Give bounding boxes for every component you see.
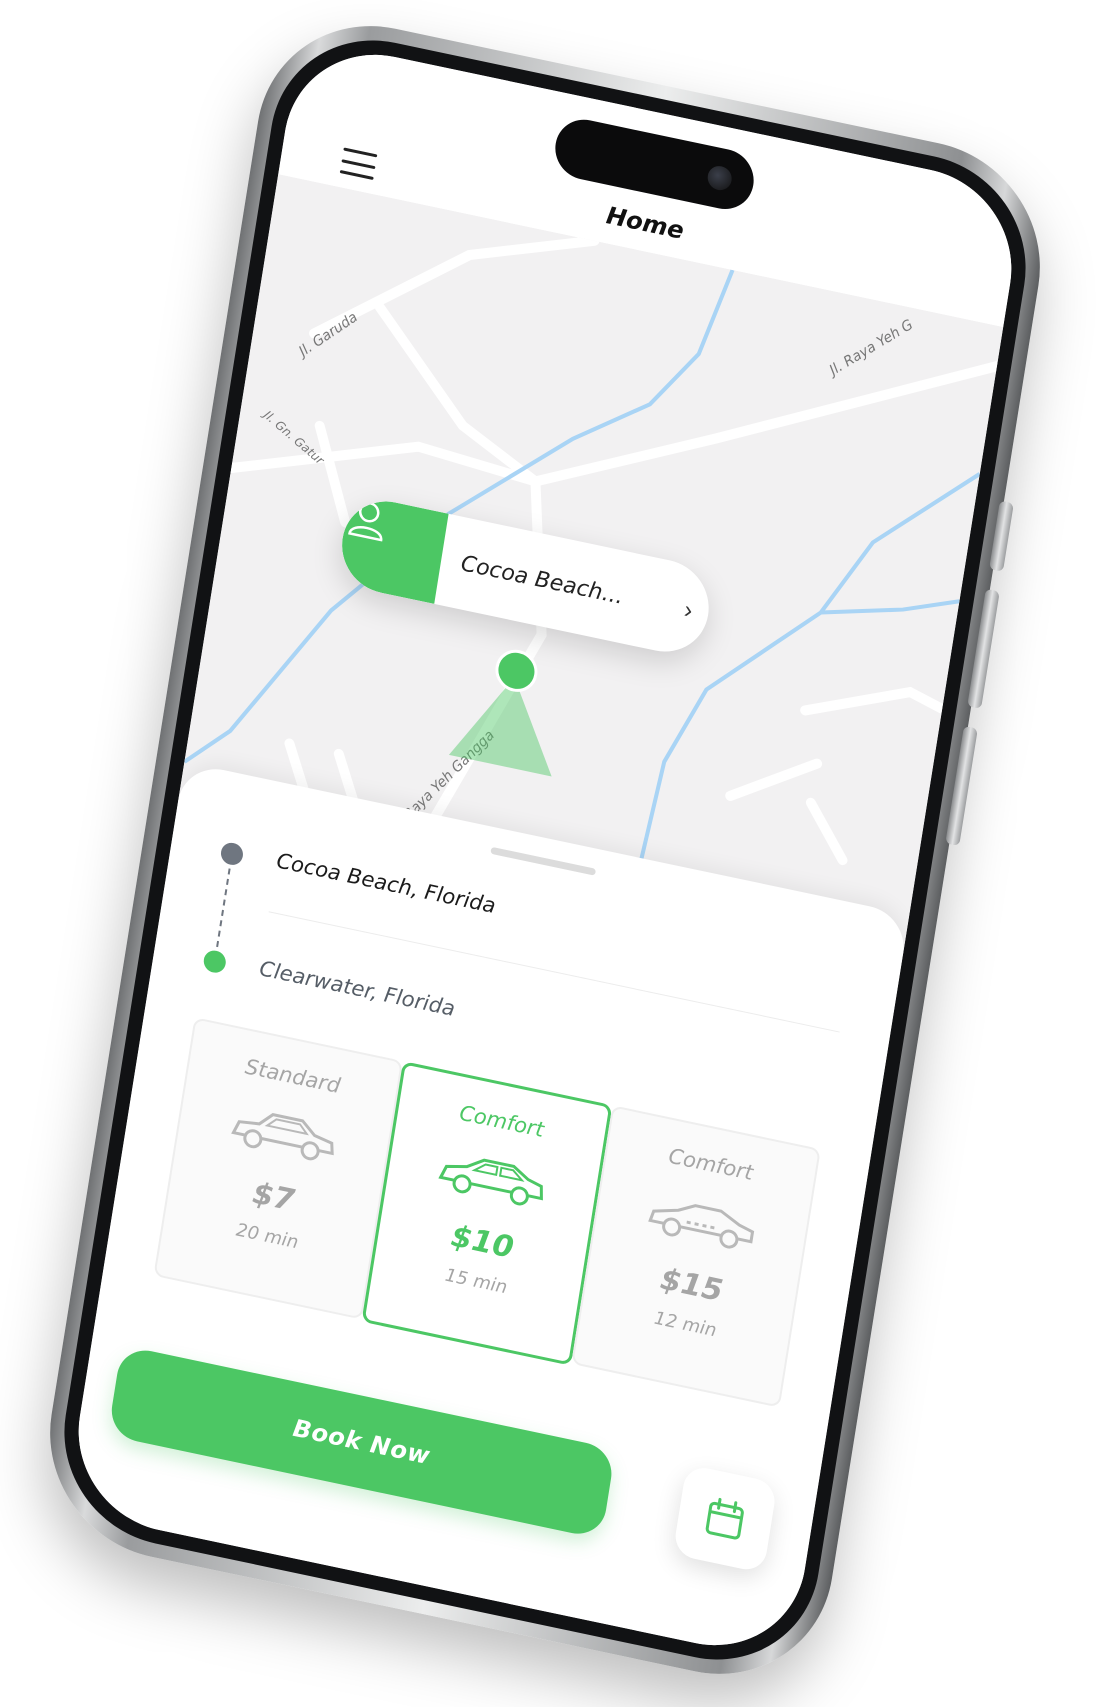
sport-car-icon	[647, 1204, 754, 1249]
sheet-drag-handle[interactable]	[490, 846, 597, 876]
map-road	[725, 758, 823, 801]
ride-option-eta: 15 min	[443, 1264, 509, 1299]
device-mockup: Home Jl. Garuda Jl. Gn. Gatur Jl. Raya Y…	[0, 0, 1119, 1707]
screen: Home Jl. Garuda Jl. Gn. Gatur Jl. Raya Y…	[64, 37, 1026, 1663]
pickup-location-text: Cocoa Beach...	[459, 550, 626, 610]
ride-option-comfort[interactable]: Comfort $10 15 min	[361, 1060, 613, 1366]
book-now-button[interactable]: Book Now	[107, 1345, 616, 1540]
ride-option-price: $7	[250, 1175, 297, 1219]
sedan-car-icon	[231, 1113, 335, 1161]
ride-option-price: $10	[448, 1218, 517, 1266]
ride-option-name: Comfort	[457, 1100, 546, 1142]
phone: Home Jl. Garuda Jl. Gn. Gatur Jl. Raya Y…	[32, 3, 1058, 1697]
ride-option-eta: 12 min	[652, 1307, 718, 1342]
ride-option-name: Comfort	[667, 1143, 755, 1186]
bottom-sheet: Cocoa Beach, Florida Clearwater, Florida…	[64, 761, 910, 1663]
comfort-car-icon	[438, 1158, 543, 1206]
origin-field[interactable]: Cocoa Beach, Florida	[275, 849, 497, 919]
destination-dot-icon	[202, 948, 228, 975]
route-dashed-line	[216, 868, 231, 948]
map-road	[800, 686, 948, 716]
origin-dot-icon	[219, 840, 245, 867]
ride-option-standard[interactable]: Standard $7 20 min	[153, 1017, 403, 1320]
camera-icon	[705, 163, 734, 193]
ride-option-name: Standard	[243, 1054, 342, 1099]
map-road	[805, 797, 848, 866]
destination-field[interactable]: Clearwater, Florida	[258, 956, 457, 1021]
user-icon	[348, 501, 383, 542]
chevron-right-icon: ›	[682, 596, 695, 625]
schedule-button[interactable]	[672, 1464, 778, 1574]
ride-option-price: $15	[657, 1261, 726, 1310]
ride-option-eta: 20 min	[234, 1219, 300, 1254]
calendar-icon	[705, 1497, 744, 1540]
ride-option-comfort-plus[interactable]: Comfort $15 12 min	[571, 1105, 821, 1408]
route-divider	[268, 911, 840, 1033]
